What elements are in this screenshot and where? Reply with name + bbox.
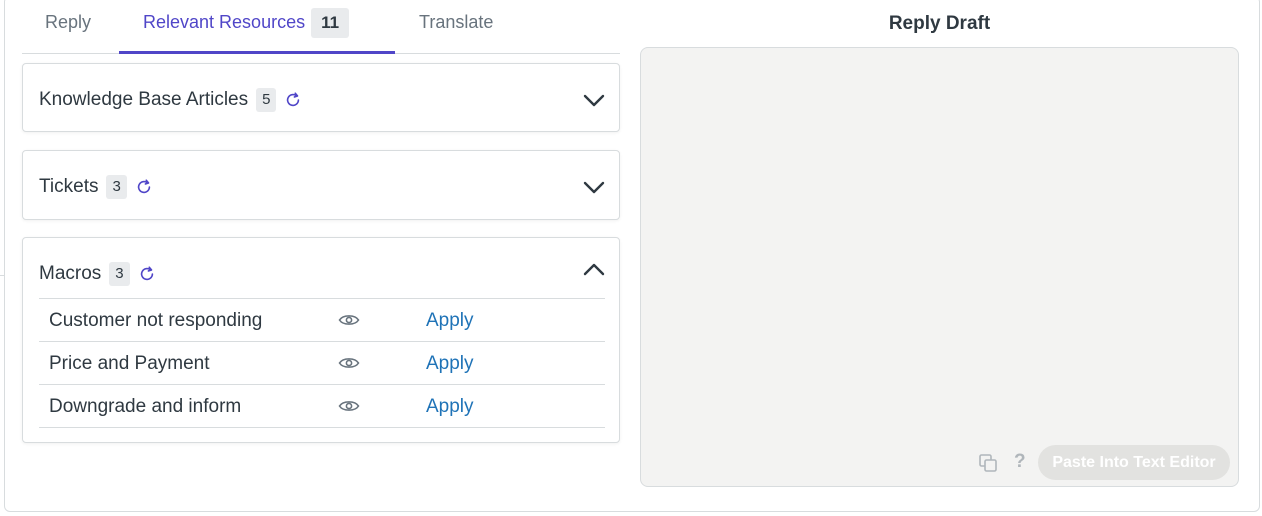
help-icon[interactable]: ? xyxy=(1014,451,1026,473)
refresh-icon[interactable] xyxy=(284,91,302,109)
chevron-down-icon[interactable] xyxy=(583,94,605,108)
apply-link[interactable]: Apply xyxy=(426,396,474,418)
eye-icon[interactable] xyxy=(338,399,360,413)
apply-link[interactable]: Apply xyxy=(426,353,474,375)
knowledge-base-section: Knowledge Base Articles 5 xyxy=(22,63,620,132)
tickets-title: Tickets xyxy=(39,176,99,197)
chevron-down-icon[interactable] xyxy=(583,181,605,195)
macros-count-badge: 3 xyxy=(109,262,130,286)
tickets-section: Tickets 3 xyxy=(22,150,620,220)
macros-title: Macros xyxy=(39,263,102,284)
refresh-icon[interactable] xyxy=(135,178,153,196)
refresh-icon[interactable] xyxy=(138,265,156,283)
tickets-header[interactable]: Tickets 3 xyxy=(39,175,153,199)
eye-icon[interactable] xyxy=(338,356,360,370)
tab-relevant-resources[interactable]: Relevant Resources 11 xyxy=(119,0,395,54)
macro-list: Customer not responding Apply Price and … xyxy=(39,298,605,428)
macros-section: Macros 3 Customer not responding Apply P… xyxy=(22,237,620,443)
active-tab-indicator xyxy=(119,51,395,54)
macro-name: Price and Payment xyxy=(49,353,210,374)
macro-row: Downgrade and inform Apply xyxy=(39,385,605,428)
copy-icon[interactable] xyxy=(978,453,998,473)
macro-row: Price and Payment Apply xyxy=(39,342,605,385)
macro-name: Downgrade and inform xyxy=(49,396,242,417)
macros-header[interactable]: Macros 3 xyxy=(39,262,156,286)
tab-translate[interactable]: Translate xyxy=(419,0,493,53)
chevron-up-icon[interactable] xyxy=(583,262,605,276)
reply-draft-title: Reply Draft xyxy=(888,13,991,34)
macro-row: Customer not responding Apply xyxy=(39,299,605,342)
paste-into-text-editor-button[interactable]: Paste Into Text Editor xyxy=(1038,445,1230,480)
knowledge-base-count-badge: 5 xyxy=(256,88,277,112)
tab-count-badge: 11 xyxy=(311,8,350,38)
eye-icon[interactable] xyxy=(338,313,360,327)
apply-link[interactable]: Apply xyxy=(426,310,474,332)
knowledge-base-header[interactable]: Knowledge Base Articles 5 xyxy=(39,88,302,112)
tab-reply-label: Reply xyxy=(45,12,92,32)
tab-translate-label: Translate xyxy=(419,12,494,32)
tab-relevant-resources-label: Relevant Resources xyxy=(143,12,306,32)
tab-bar: Reply Relevant Resources 11 Translate xyxy=(22,0,620,54)
knowledge-base-title: Knowledge Base Articles xyxy=(39,89,249,110)
tickets-count-badge: 3 xyxy=(106,175,127,199)
reply-draft-textarea[interactable] xyxy=(640,47,1239,487)
tab-reply[interactable]: Reply xyxy=(45,0,91,53)
macro-name: Customer not responding xyxy=(49,310,263,331)
divider xyxy=(0,275,5,276)
